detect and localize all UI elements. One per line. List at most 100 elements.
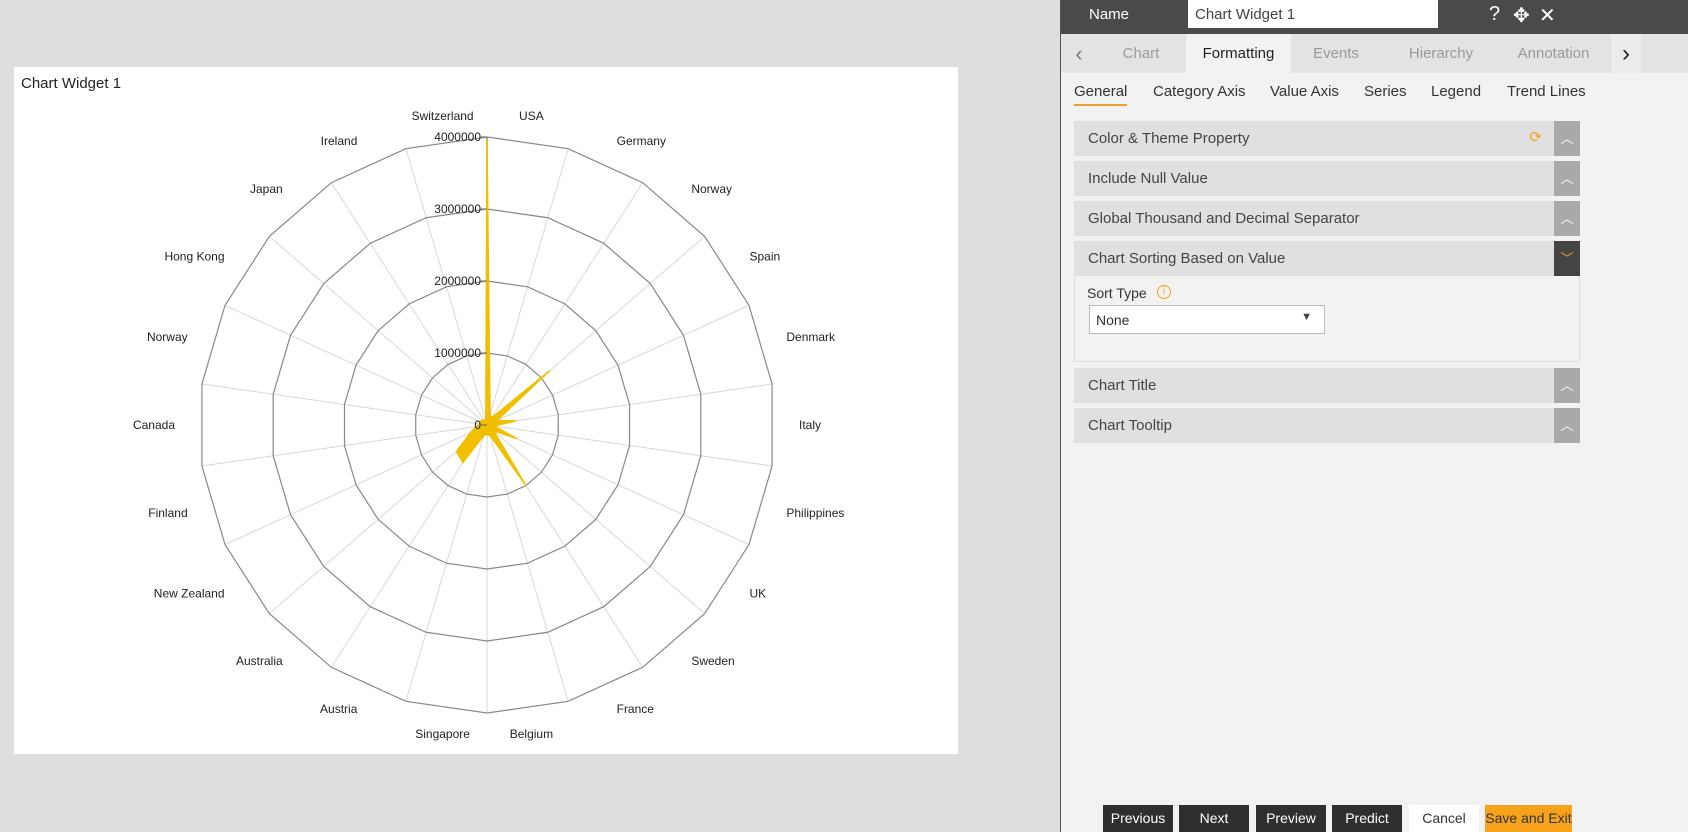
data-point [455,450,458,453]
data-point [469,431,472,434]
tick-label: 1000000 [434,346,481,360]
sort-type-value: None [1096,312,1130,328]
category-label: Finland [148,506,187,520]
predict-button[interactable]: Predict [1332,805,1402,832]
subtab-general[interactable]: General [1074,83,1128,106]
section-title: Chart Tooltip [1088,417,1172,434]
help-icon[interactable]: ? [1489,3,1500,26]
subtab-trend-lines[interactable]: Trend Lines [1507,83,1586,100]
data-point [483,419,485,421]
category-label: Denmark [786,330,836,344]
section-chart-title[interactable]: Chart Title ︿ [1074,368,1580,403]
data-point [515,437,518,440]
tabs-next-icon[interactable]: › [1611,34,1641,73]
section-include-null[interactable]: Include Null Value ︿ [1074,161,1580,196]
tab-chart[interactable]: Chart [1101,34,1181,73]
sort-type-label: Sort Type [1087,285,1147,301]
category-label: Germany [617,134,666,148]
chevron-up-icon[interactable]: ︿ [1554,408,1580,443]
data-point [484,420,487,422]
category-label: Norway [691,182,732,196]
previous-button[interactable]: Previous [1103,805,1173,832]
name-input[interactable] [1188,0,1438,28]
category-label: Japan [250,182,283,196]
category-label: Belgium [510,727,553,741]
category-label: Austria [320,702,358,716]
info-icon[interactable]: i [1157,285,1171,299]
subtab-category-axis[interactable]: Category Axis [1153,83,1246,100]
name-label: Name [1089,6,1130,23]
sort-type-select[interactable]: None ▼ [1089,305,1325,334]
section-sorting[interactable]: Chart Sorting Based on Value ﹀ [1074,241,1580,276]
section-color-theme[interactable]: Color & Theme Property ⟳ ︿ [1074,121,1580,156]
chart-widget[interactable]: Chart Widget 1 0 1000000 2000000 3000000 400… [14,67,958,754]
cancel-button[interactable]: Cancel [1409,805,1479,832]
subtab-series[interactable]: Series [1364,83,1407,100]
tick-label: 4000000 [434,130,481,144]
data-point [462,461,464,464]
section-title: Chart Title [1088,377,1157,394]
section-chart-tooltip[interactable]: Chart Tooltip ︿ [1074,408,1580,443]
series-area [455,140,551,487]
data-point [486,139,488,142]
chevron-up-icon[interactable]: ︿ [1554,201,1580,236]
category-label: Singapore [415,727,470,741]
subtab-legend[interactable]: Legend [1431,83,1481,100]
chevron-up-icon[interactable]: ︿ [1554,121,1580,156]
data-point [489,413,491,416]
data-point [492,429,495,432]
refresh-icon[interactable]: ⟳ [1529,128,1542,146]
tick-label: 0 [474,418,481,432]
dropdown-arrow-icon: ▼ [1301,311,1312,323]
section-title: Color & Theme Property [1088,130,1250,147]
category-label: Spain [749,249,780,263]
tab-annotation[interactable]: Annotation [1501,34,1606,73]
move-icon[interactable]: ✥ [1513,3,1530,28]
preview-button[interactable]: Preview [1256,805,1326,832]
data-point [525,484,527,487]
data-point [483,434,485,437]
properties-panel: Name ? ✥ ✕ ‹ Chart Formatting Events Hie… [1060,0,1688,832]
panel-header: Name ? ✥ ✕ [1061,0,1688,34]
tabs-prev-icon[interactable]: ‹ [1069,34,1089,73]
subtab-value-axis[interactable]: Value Axis [1270,83,1339,100]
category-label: Sweden [691,654,734,668]
category-label: Ireland [321,134,358,148]
category-label: New Zealand [154,587,225,601]
chevron-up-icon[interactable]: ︿ [1554,368,1580,403]
category-label: Canada [133,418,175,432]
section-title: Include Null Value [1088,170,1208,187]
tick-label: 3000000 [434,202,481,216]
section-title: Global Thousand and Decimal Separator [1088,210,1360,227]
section-separator[interactable]: Global Thousand and Decimal Separator ︿ [1074,201,1580,236]
category-label: Italy [799,418,821,432]
tab-formatting[interactable]: Formatting [1186,34,1291,73]
category-label: Australia [236,654,283,668]
category-label: UK [749,587,766,601]
category-label: USA [519,109,544,123]
category-label: Norway [147,330,188,344]
data-point [490,416,493,419]
data-point [486,433,488,436]
section-title: Chart Sorting Based on Value [1088,250,1286,267]
save-and-exit-button[interactable]: Save and Exit [1485,805,1572,832]
radar-chart: 0 1000000 2000000 3000000 4000000 USA Germany N… [133,109,844,741]
data-point [489,434,491,437]
data-point [493,425,495,427]
sorting-body: Sort Type i None ▼ [1074,276,1580,362]
next-button[interactable]: Next [1179,805,1249,832]
tab-bar: ‹ Chart Formatting Events Hierarchy Anno… [1061,34,1688,73]
category-label: Philippines [786,506,844,520]
category-label: Hong Kong [164,249,224,263]
category-label: Switzerland [412,109,474,123]
chevron-up-icon[interactable]: ︿ [1554,161,1580,196]
data-point [496,419,498,422]
chevron-down-icon[interactable]: ﹀ [1554,241,1580,276]
tab-events[interactable]: Events [1291,34,1381,73]
category-label: France [617,702,655,716]
tab-hierarchy[interactable]: Hierarchy [1386,34,1496,73]
close-icon[interactable]: ✕ [1539,3,1556,28]
data-point [514,420,517,422]
data-point [548,369,551,372]
tick-label: 2000000 [434,274,481,288]
